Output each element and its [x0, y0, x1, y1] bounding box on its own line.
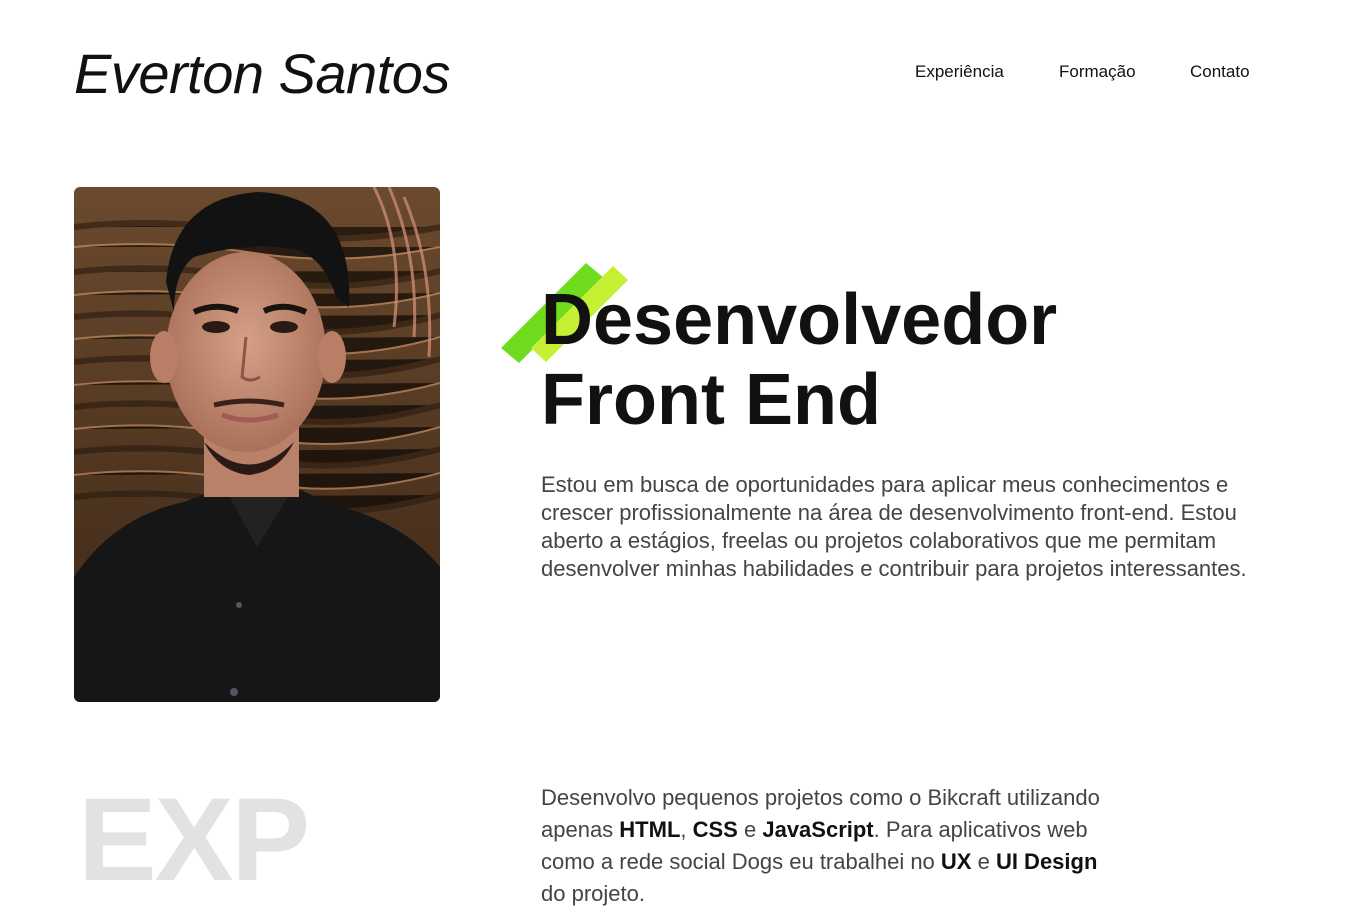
hero-title: Desenvolvedor Front End [541, 280, 1057, 440]
profile-photo [74, 187, 440, 702]
skill-css: CSS [692, 817, 738, 842]
skill-javascript: JavaScript [762, 817, 874, 842]
skill-html: HTML [619, 817, 681, 842]
site-header: Everton Santos Experiência Formação Cont… [0, 0, 1347, 140]
exp-sep-2: e [737, 817, 763, 842]
site-logo[interactable]: Everton Santos [74, 40, 450, 108]
experience-background-label: EXP [78, 774, 310, 906]
hero-title-line-1: Desenvolvedor [541, 280, 1058, 360]
skill-ux: UX [940, 849, 972, 874]
main-nav: Experiência Formação Contato [915, 61, 1270, 83]
hero-intro-text: Estou em busca de oportunidades para apl… [541, 472, 1247, 581]
exp-sep-1: , [680, 817, 693, 842]
hero-title-line-2: Front End [541, 360, 881, 440]
skill-ui-design: UI Design [995, 849, 1098, 874]
experience-description: Desenvolvo pequenos projetos como o Bikc… [541, 782, 1101, 910]
exp-sep-3: e [971, 849, 996, 874]
nav-link-contato[interactable]: Contato [1190, 61, 1270, 83]
nav-link-experiencia[interactable]: Experiência [915, 61, 1059, 83]
exp-text-3: do projeto. [541, 881, 645, 906]
nav-link-formacao[interactable]: Formação [1059, 61, 1190, 83]
